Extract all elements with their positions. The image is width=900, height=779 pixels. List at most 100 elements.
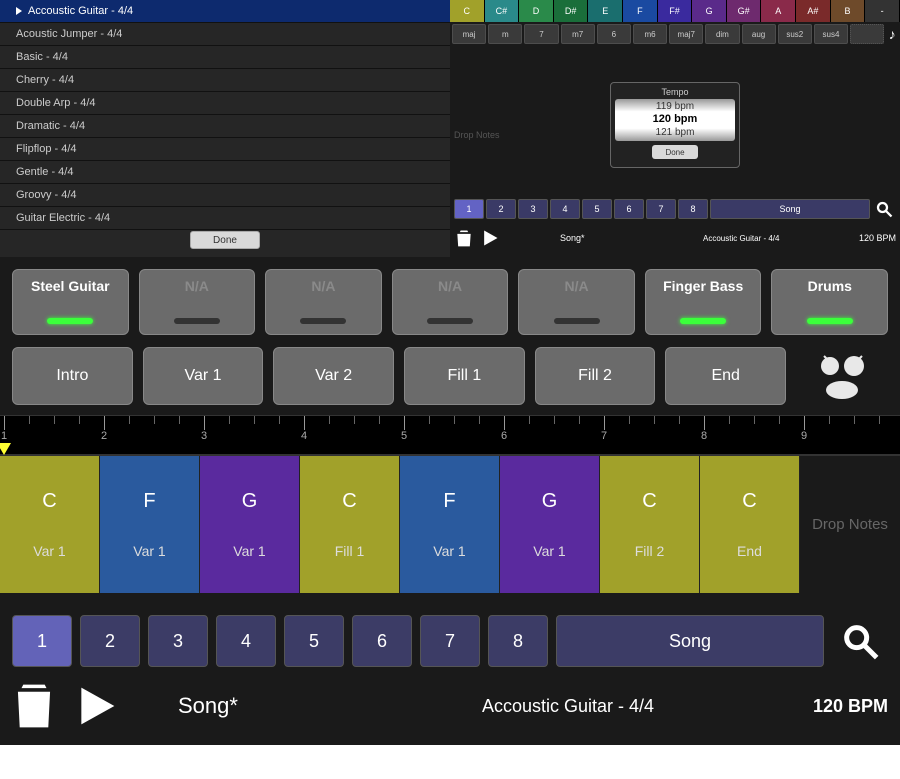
seq-slot[interactable]: 6 [614, 199, 644, 219]
style-row[interactable]: Flipflop - 4/4 [0, 138, 450, 161]
seq-slot[interactable]: 5 [284, 615, 344, 667]
chord-type-button[interactable]: 7 [524, 24, 558, 44]
section-button[interactable]: Fill 1 [404, 347, 525, 405]
chord-type-button[interactable]: sus2 [778, 24, 812, 44]
instrument-label: Finger Bass [663, 278, 743, 294]
style-row[interactable]: Accoustic Guitar - 4/4 [0, 0, 450, 23]
seq-slot[interactable]: 1 [454, 199, 484, 219]
seq-slot[interactable]: 4 [550, 199, 580, 219]
style-name[interactable]: Accoustic Guitar - 4/4 [703, 234, 846, 243]
song-name[interactable]: Song* [560, 233, 703, 243]
section-button[interactable]: Var 2 [273, 347, 394, 405]
section-button[interactable]: End [665, 347, 786, 405]
instrument-slot[interactable]: Finger Bass [645, 269, 762, 335]
instrument-slot[interactable]: N/A [518, 269, 635, 335]
section-button[interactable]: Var 1 [143, 347, 264, 405]
style-row[interactable]: Gentle - 4/4 [0, 161, 450, 184]
seq-slot[interactable]: 8 [488, 615, 548, 667]
play-icon[interactable] [74, 684, 118, 728]
chord-type-button[interactable]: 6 [597, 24, 631, 44]
bpm-label[interactable]: 120 BPM [846, 233, 896, 243]
chord-type-button[interactable]: m [488, 24, 522, 44]
chord-cell[interactable]: CVar 1 [0, 456, 100, 593]
seq-slot[interactable]: 6 [352, 615, 412, 667]
chord-type-button[interactable]: maj [452, 24, 486, 44]
chord-type-button[interactable]: m7 [561, 24, 595, 44]
chord-note: C [742, 490, 756, 513]
seq-slot[interactable]: 2 [80, 615, 140, 667]
style-row[interactable]: Basic - 4/4 [0, 46, 450, 69]
trash-icon[interactable] [12, 681, 56, 731]
note-key[interactable]: G# [727, 0, 762, 22]
seq-slot[interactable]: 7 [646, 199, 676, 219]
chord-type-button[interactable]: maj7 [669, 24, 703, 44]
style-name[interactable]: Accoustic Guitar - 4/4 [358, 696, 778, 717]
style-row[interactable]: Acoustic Jumper - 4/4 [0, 23, 450, 46]
note-key[interactable]: D [519, 0, 554, 22]
note-key[interactable]: C [450, 0, 485, 22]
trash-icon[interactable] [454, 227, 474, 249]
bpm-label[interactable]: 120 BPM [778, 696, 888, 717]
note-key[interactable]: D# [554, 0, 589, 22]
song-button[interactable]: Song [556, 615, 824, 667]
seq-slot[interactable]: 1 [12, 615, 72, 667]
style-row[interactable]: Double Arp - 4/4 [0, 92, 450, 115]
chord-type-button[interactable]: aug [742, 24, 776, 44]
seq-slot[interactable]: 5 [582, 199, 612, 219]
search-icon[interactable] [872, 199, 896, 219]
search-icon[interactable] [832, 615, 888, 667]
seq-slot[interactable]: 2 [486, 199, 516, 219]
section-button[interactable]: Intro [12, 347, 133, 405]
seq-slot[interactable]: 3 [148, 615, 208, 667]
chord-type-button[interactable]: dim [705, 24, 739, 44]
note-key[interactable]: A# [796, 0, 831, 22]
playhead-icon[interactable] [0, 442, 11, 460]
chord-cell[interactable]: GVar 1 [200, 456, 300, 593]
chord-more-button[interactable] [850, 24, 884, 44]
instrument-slot[interactable]: Drums [771, 269, 888, 335]
instrument-slot[interactable]: N/A [139, 269, 256, 335]
chord-cell[interactable]: FVar 1 [400, 456, 500, 593]
chord-type-button[interactable]: sus4 [814, 24, 848, 44]
section-button[interactable]: Fill 2 [535, 347, 656, 405]
note-key[interactable]: F [623, 0, 658, 22]
note-icon[interactable]: ♪ [886, 24, 898, 44]
instrument-slot[interactable]: Steel Guitar [12, 269, 129, 335]
instrument-label: N/A [311, 278, 335, 294]
note-key[interactable]: B [831, 0, 866, 22]
drop-notes-area[interactable]: Drop Notes [800, 456, 900, 593]
level-indicator [427, 318, 473, 324]
note-key[interactable]: E [588, 0, 623, 22]
style-row[interactable]: Cherry - 4/4 [0, 69, 450, 92]
instrument-slot[interactable]: N/A [392, 269, 509, 335]
chord-cell[interactable]: FVar 1 [100, 456, 200, 593]
style-row[interactable]: Dramatic - 4/4 [0, 115, 450, 138]
tempo-done-button[interactable]: Done [652, 145, 698, 159]
chord-cell[interactable]: CFill 1 [300, 456, 400, 593]
instrument-slot[interactable]: N/A [265, 269, 382, 335]
seq-slot[interactable]: 7 [420, 615, 480, 667]
chord-cell[interactable]: GVar 1 [500, 456, 600, 593]
note-key[interactable]: - [865, 0, 900, 22]
tempo-wheel[interactable]: 119 bpm 120 bpm 121 bpm [615, 99, 735, 141]
style-row[interactable]: Guitar Electric - 4/4 [0, 207, 450, 230]
style-done-button[interactable]: Done [190, 231, 260, 249]
chord-cell[interactable]: CFill 2 [600, 456, 700, 593]
timeline-ruler[interactable]: 123456789 [0, 415, 900, 455]
note-key[interactable]: A [761, 0, 796, 22]
chord-note: C [642, 490, 656, 513]
seq-slot[interactable]: 3 [518, 199, 548, 219]
drumkit-icon[interactable] [796, 347, 888, 405]
seq-slot[interactable]: 4 [216, 615, 276, 667]
seq-slot[interactable]: 8 [678, 199, 708, 219]
song-name[interactable]: Song* [178, 693, 358, 719]
chord-cell[interactable]: CEnd [700, 456, 800, 593]
chord-type-button[interactable]: m6 [633, 24, 667, 44]
note-key[interactable]: F# [658, 0, 693, 22]
note-key[interactable]: G [692, 0, 727, 22]
chord-note: G [542, 490, 558, 513]
song-button[interactable]: Song [710, 199, 870, 219]
note-key[interactable]: C# [485, 0, 520, 22]
style-row[interactable]: Groovy - 4/4 [0, 184, 450, 207]
play-icon[interactable] [480, 228, 500, 248]
